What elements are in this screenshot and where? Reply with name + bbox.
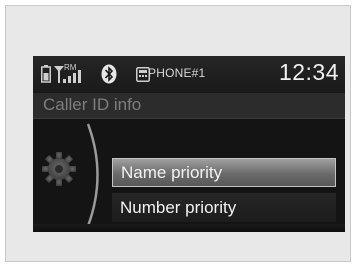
status-bar: RM PHONE#1 12:34 xyxy=(33,56,345,93)
page-title: Caller ID info xyxy=(43,95,142,114)
figure-frame: RM PHONE#1 12:34 Caller ID info Name pri… xyxy=(5,5,351,262)
bluetooth-icon xyxy=(101,64,117,89)
clock: 12:34 xyxy=(278,59,339,85)
menu-item-name-priority[interactable]: Name priority xyxy=(112,158,336,187)
divider xyxy=(33,118,345,119)
menu-item-label: Number priority xyxy=(120,198,237,217)
menu-item-number-priority[interactable]: Number priority xyxy=(112,193,336,222)
bracket-arc xyxy=(85,122,107,232)
title-bar: Caller ID info xyxy=(33,93,345,118)
phone-name: PHONE#1 xyxy=(148,66,206,80)
menu-item-label: Name priority xyxy=(121,163,223,182)
battery-icon xyxy=(41,65,51,88)
bottom-edge xyxy=(33,224,345,232)
display-screen: RM PHONE#1 12:34 Caller ID info Name pri… xyxy=(33,56,345,232)
signal-icon: RM xyxy=(54,63,92,90)
carrier-label: RM xyxy=(64,63,77,72)
gear-icon xyxy=(41,151,77,192)
